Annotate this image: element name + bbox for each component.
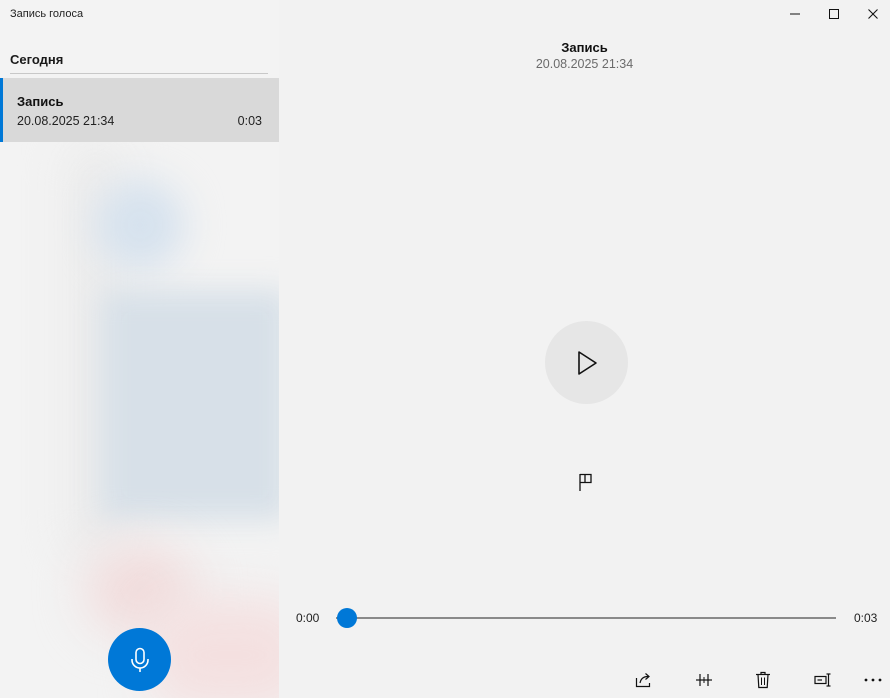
more-options-button[interactable] (861, 668, 885, 692)
maximize-icon (829, 9, 839, 19)
seek-thumb[interactable] (337, 608, 357, 628)
add-marker-button[interactable] (574, 470, 598, 494)
section-divider (10, 73, 268, 74)
delete-button[interactable] (751, 668, 775, 692)
section-header-today: Сегодня (10, 52, 64, 67)
more-icon (864, 678, 882, 682)
close-button[interactable] (854, 0, 890, 28)
acrylic-blur (100, 290, 279, 520)
minimize-icon (790, 13, 800, 15)
recording-list-item[interactable]: Запись 20.08.2025 21:34 0:03 (0, 78, 279, 142)
trim-icon (696, 674, 712, 686)
delete-icon (756, 671, 770, 689)
play-icon (577, 350, 597, 375)
recordings-pane: Запись голоса Сегодня Запись 20.08.2025 … (0, 0, 279, 698)
minimize-button[interactable] (776, 0, 814, 28)
trim-button[interactable] (692, 668, 716, 692)
record-button[interactable] (108, 628, 171, 691)
selection-indicator (0, 78, 3, 142)
flag-icon (579, 473, 592, 491)
share-button[interactable] (632, 668, 656, 692)
current-time: 0:00 (296, 611, 320, 625)
microphone-icon (130, 647, 149, 672)
rename-icon (814, 673, 831, 687)
recording-title: Запись (561, 40, 608, 55)
recording-date: 20.08.2025 21:34 (17, 114, 115, 128)
close-icon (868, 9, 878, 19)
rename-button[interactable] (811, 668, 835, 692)
share-icon (635, 673, 651, 688)
acrylic-blur (95, 180, 185, 270)
seek-track[interactable] (336, 617, 836, 619)
total-time: 0:03 (854, 611, 878, 625)
maximize-button[interactable] (815, 0, 853, 28)
recording-duration: 0:03 (237, 114, 262, 128)
app-title: Запись голоса (10, 8, 84, 20)
recording-name: Запись (17, 94, 64, 109)
play-button[interactable] (545, 321, 628, 404)
recording-timestamp: 20.08.2025 21:34 (535, 57, 634, 71)
